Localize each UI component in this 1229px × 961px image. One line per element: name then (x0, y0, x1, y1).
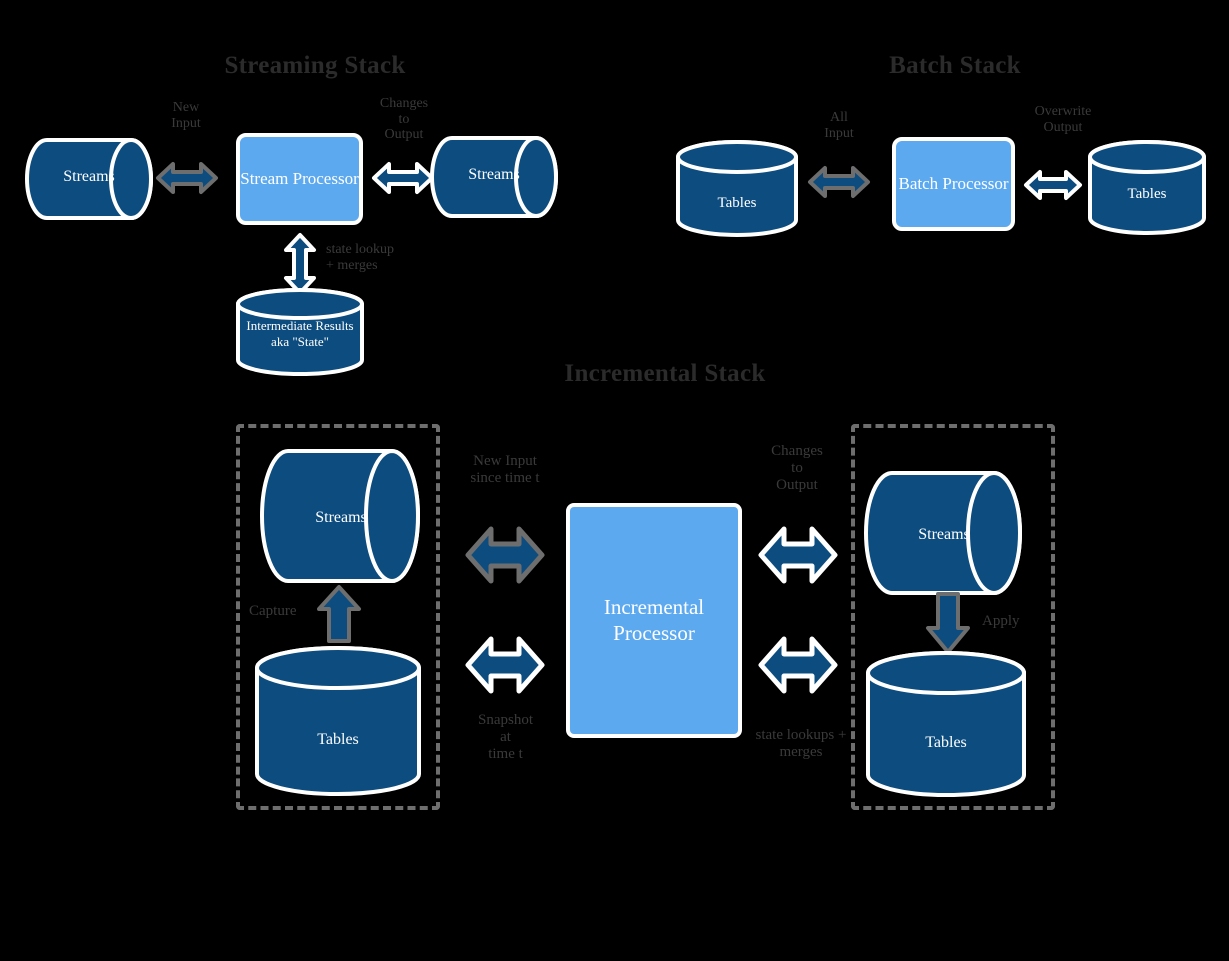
batch-overwrite-output-label: Overwrite Output (1034, 104, 1092, 135)
batch-all-input-arrow (808, 162, 870, 202)
incremental-processor-box: Incremental Processor (566, 503, 742, 738)
streaming-state-lookup-label: state lookup + merges (326, 242, 395, 273)
batch-input-tables-cylinder: Tables (676, 140, 798, 237)
streaming-state-lookup-arrow (282, 233, 318, 295)
batch-stack-title: Batch Stack (889, 52, 1021, 79)
diagram-canvas: Streaming Stack Streams New Input Stream… (0, 0, 1229, 961)
stream-processor-box: Stream Processor (236, 133, 363, 225)
batch-output-tables-cylinder: Tables (1088, 140, 1206, 235)
incremental-state-lookup-arrow (758, 631, 838, 699)
incremental-capture-label: Capture (249, 603, 297, 619)
incremental-source-streams-cylinder: Streams (260, 448, 420, 584)
streaming-output-streams-cylinder: Streams (430, 135, 558, 219)
incremental-snapshot-arrow (465, 631, 545, 699)
incremental-new-input-label: New Input since time t (470, 453, 540, 486)
incremental-new-input-arrow (465, 521, 545, 589)
incremental-changes-to-output-label: Changes to Output (771, 443, 823, 493)
incremental-source-tables-cylinder: Tables (255, 646, 421, 798)
incremental-sink-streams-cylinder: Streams (864, 470, 1022, 596)
streaming-changes-to-output-arrow (372, 158, 434, 198)
incremental-snapshot-label: Snapshot at time t (477, 712, 533, 762)
streaming-stack-title: Streaming Stack (224, 52, 406, 79)
intermediate-results-state-cylinder: Intermediate Results aka "State" (236, 288, 364, 376)
incremental-changes-arrow (758, 521, 838, 589)
incremental-state-lookups-label: state lookups + merges (755, 727, 847, 760)
incremental-capture-arrow (315, 585, 363, 643)
batch-processor-box: Batch Processor (892, 137, 1015, 231)
streaming-input-streams-cylinder: Streams (25, 137, 153, 221)
incremental-apply-arrow (924, 592, 972, 654)
incremental-apply-label: Apply (982, 613, 1020, 629)
streaming-new-input-label: New Input (171, 100, 201, 131)
incremental-stack-title: Incremental Stack (564, 360, 766, 387)
batch-overwrite-output-arrow (1024, 166, 1082, 204)
streaming-new-input-arrow (156, 158, 218, 198)
batch-all-input-label: All Input (824, 110, 854, 141)
incremental-sink-tables-cylinder: Tables (866, 651, 1026, 799)
